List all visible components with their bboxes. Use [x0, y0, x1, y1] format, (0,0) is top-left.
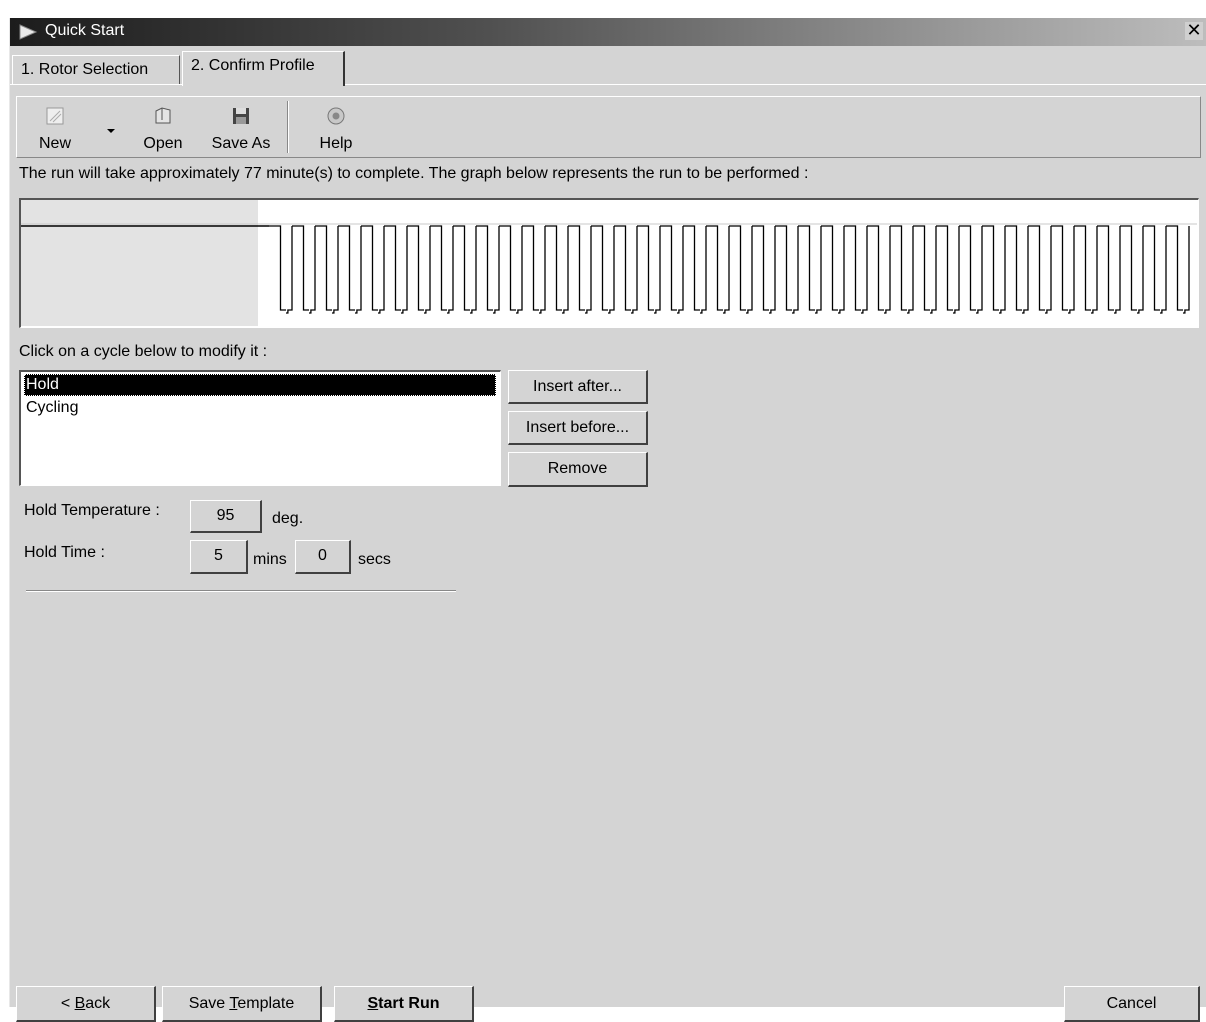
cycling-trace	[269, 225, 1190, 314]
cycle-list-label: Click on a cycle below to modify it :	[19, 343, 268, 360]
window-title: Quick Start	[45, 22, 125, 39]
cycle-32-trace	[982, 225, 1006, 314]
close-icon[interactable]: ✕	[1185, 22, 1203, 40]
cycle-12-trace	[522, 225, 546, 314]
cycle-13-trace	[545, 225, 569, 314]
hold-temperature-field[interactable]: 95	[190, 500, 262, 533]
cycle-33-trace	[1005, 225, 1029, 314]
cycle-3-trace	[315, 225, 339, 314]
cycle-22-trace	[752, 225, 776, 314]
cycle-36-trace	[1074, 225, 1098, 314]
cycle-list-item-hold[interactable]: Hold	[24, 374, 496, 396]
cycle-1-trace	[269, 225, 293, 314]
seconds-unit-label: secs	[358, 551, 391, 568]
floppy-disk-icon	[230, 105, 252, 132]
hold-minutes-field[interactable]: 5	[190, 540, 248, 574]
hold-segment-background	[21, 200, 258, 326]
cycle-10-trace	[476, 225, 500, 314]
title-bar: Quick Start ✕	[10, 18, 1206, 46]
hold-temperature-label: Hold Temperature :	[24, 502, 160, 519]
tab-confirm-profile[interactable]: 2. Confirm Profile	[182, 51, 345, 86]
cycle-35-trace	[1051, 225, 1075, 314]
cycle-11-trace	[499, 225, 523, 314]
hold-time-label: Hold Time :	[24, 544, 105, 561]
toolbar: New Open Save As Help	[16, 96, 1201, 158]
cycle-16-trace	[614, 225, 638, 314]
tab-strip: 1. Rotor Selection 2. Confirm Profile	[10, 51, 1206, 86]
cycle-28-trace	[890, 225, 914, 314]
cycle-24-trace	[798, 225, 822, 314]
quick-start-window: Quick Start ✕ 1. Rotor Selection 2. Conf…	[9, 18, 1206, 1022]
cycle-list-item-cycling[interactable]: Cycling	[24, 397, 80, 419]
cycle-38-trace	[1120, 225, 1144, 314]
cycle-5-trace	[361, 225, 385, 314]
cycle-29-trace	[913, 225, 937, 314]
cycle-9-trace	[453, 225, 477, 314]
hold-seconds-field[interactable]: 0	[295, 540, 351, 574]
cycle-26-trace	[844, 225, 868, 314]
cycle-6-trace	[384, 225, 408, 314]
cycle-30-trace	[936, 225, 960, 314]
cycle-31-trace	[959, 225, 983, 314]
cycle-40-trace	[1166, 225, 1190, 314]
save-template-button[interactable]: Save Template	[162, 986, 322, 1022]
open-button[interactable]: Open	[137, 97, 189, 157]
new-button-label: New	[38, 135, 71, 152]
cycle-23-trace	[775, 225, 799, 314]
cycle-25-trace	[821, 225, 845, 314]
run-profile-graph	[19, 198, 1199, 328]
start-run-button[interactable]: Start Run	[334, 986, 474, 1022]
cycle-4-trace	[338, 225, 362, 314]
run-profile-plot	[21, 200, 1197, 326]
cycle-20-trace	[706, 225, 730, 314]
cycle-27-trace	[867, 225, 891, 314]
help-button[interactable]: Help	[313, 97, 359, 157]
save-as-button[interactable]: Save As	[203, 97, 279, 157]
new-dropdown-button[interactable]	[101, 97, 121, 157]
open-folder-icon	[152, 105, 174, 132]
cycle-list[interactable]: Hold Cycling	[19, 370, 501, 486]
toolbar-separator	[287, 101, 289, 153]
cycle-34-trace	[1028, 225, 1052, 314]
cycle-18-trace	[660, 225, 684, 314]
cycle-17-trace	[637, 225, 661, 314]
cycle-15-trace	[591, 225, 615, 314]
cycle-8-trace	[430, 225, 454, 314]
save-as-button-label: Save As	[211, 135, 271, 152]
insert-before-button[interactable]: Insert before...	[508, 411, 648, 445]
back-button[interactable]: < Back	[16, 986, 156, 1022]
minutes-unit-label: mins	[253, 551, 287, 568]
cancel-button[interactable]: Cancel	[1064, 986, 1200, 1022]
remove-button[interactable]: Remove	[508, 452, 648, 487]
help-icon	[325, 105, 347, 132]
cycle-21-trace	[729, 225, 753, 314]
help-button-label: Help	[319, 135, 353, 152]
cycle-14-trace	[568, 225, 592, 314]
new-button[interactable]: New	[29, 97, 81, 157]
cycle-7-trace	[407, 225, 431, 314]
cycle-19-trace	[683, 225, 707, 314]
run-duration-info: The run will take approximately 77 minut…	[19, 165, 809, 182]
open-button-label: Open	[143, 135, 183, 152]
temperature-unit-label: deg.	[272, 510, 304, 527]
dropdown-arrow-icon	[106, 121, 116, 139]
cycle-39-trace	[1143, 225, 1167, 314]
tab-rotor-selection[interactable]: 1. Rotor Selection	[12, 55, 180, 84]
cycle-2-trace	[292, 225, 316, 314]
settings-divider	[26, 590, 456, 592]
new-document-icon	[44, 105, 66, 132]
insert-after-button[interactable]: Insert after...	[508, 370, 648, 404]
play-arrow-icon	[18, 24, 38, 45]
cycle-37-trace	[1097, 225, 1121, 314]
